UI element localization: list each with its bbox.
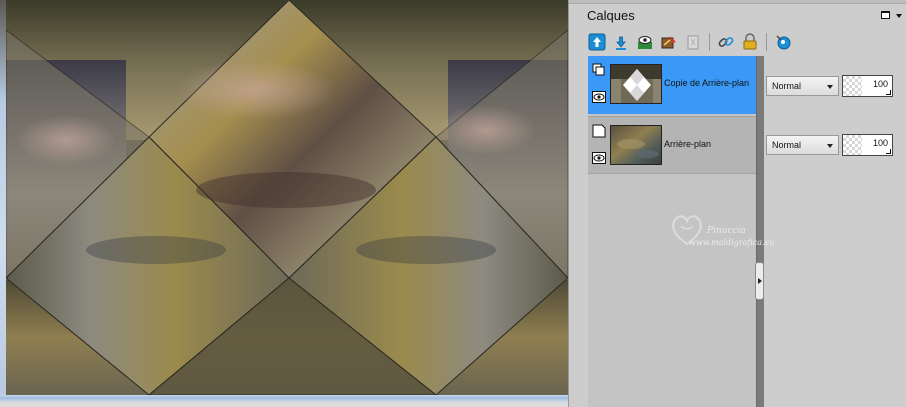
panel-splitter-handle[interactable] xyxy=(755,262,764,300)
layer-row-arriere-plan[interactable]: Arrière-plan xyxy=(588,116,756,174)
palette-title: Calques xyxy=(587,8,635,23)
application-window: Calques Copie de Arrière-plan Arrière-pl… xyxy=(0,0,906,407)
layer-visibility-eye-icon[interactable] xyxy=(592,152,606,164)
opacity-field[interactable]: 100 xyxy=(842,75,893,97)
link-layers-icon[interactable] xyxy=(716,32,736,52)
canvas-bottom-edge xyxy=(0,395,568,407)
layer-thumbnail xyxy=(610,64,662,104)
layer-row-copie-de-arriere-plan[interactable]: Copie de Arrière-plan xyxy=(588,56,756,114)
palette-maximize-button[interactable] xyxy=(881,11,890,19)
edit-layer-icon[interactable] xyxy=(659,32,679,52)
delete-layer-icon[interactable] xyxy=(683,32,703,52)
watermark-title: Pinuccia xyxy=(707,226,746,236)
blend-mode-select[interactable]: Normal xyxy=(766,135,839,155)
raster-layer-icon xyxy=(592,124,606,138)
palette-top-border xyxy=(569,0,906,4)
layer-name: Copie de Arrière-plan xyxy=(664,78,750,88)
toolbar-separator xyxy=(709,33,710,51)
resize-corner-icon xyxy=(886,149,891,154)
blend-mode-value: Normal xyxy=(772,140,802,150)
opacity-field[interactable]: 100 xyxy=(842,134,893,156)
move-layer-up-icon[interactable] xyxy=(587,32,607,52)
canvas-area[interactable] xyxy=(0,0,568,407)
raster-layer-group-icon xyxy=(592,63,605,76)
layer-thumbnail xyxy=(610,125,662,165)
layer-properties-row: Normal 100 xyxy=(766,134,896,159)
opacity-value: 100 xyxy=(872,138,888,148)
chevron-down-icon xyxy=(827,144,833,148)
layer-properties-row: Normal 100 xyxy=(766,75,896,100)
opacity-value: 100 xyxy=(872,79,888,89)
layer-visibility-eye-icon[interactable] xyxy=(592,91,606,103)
watermark-url: www.maldigrafica.eu xyxy=(689,238,775,247)
toolbar-separator xyxy=(766,33,767,51)
move-layer-down-icon[interactable] xyxy=(611,32,631,52)
palette-menu-dropdown-icon[interactable] xyxy=(896,14,902,18)
blend-mode-value: Normal xyxy=(772,81,802,91)
layers-palette: Calques Copie de Arrière-plan Arrière-pl… xyxy=(568,0,906,407)
layer-visibility-icon[interactable] xyxy=(635,32,655,52)
chevron-down-icon xyxy=(827,85,833,89)
layers-toolbar xyxy=(587,32,793,52)
kaleidoscope-artwork-image[interactable] xyxy=(6,0,568,395)
layer-name: Arrière-plan xyxy=(664,139,712,149)
lock-layer-icon[interactable] xyxy=(740,32,760,52)
chevron-right-icon xyxy=(757,278,762,284)
blend-mode-select[interactable]: Normal xyxy=(766,76,839,96)
resize-corner-icon xyxy=(886,90,891,95)
layer-properties-icon[interactable] xyxy=(773,32,793,52)
